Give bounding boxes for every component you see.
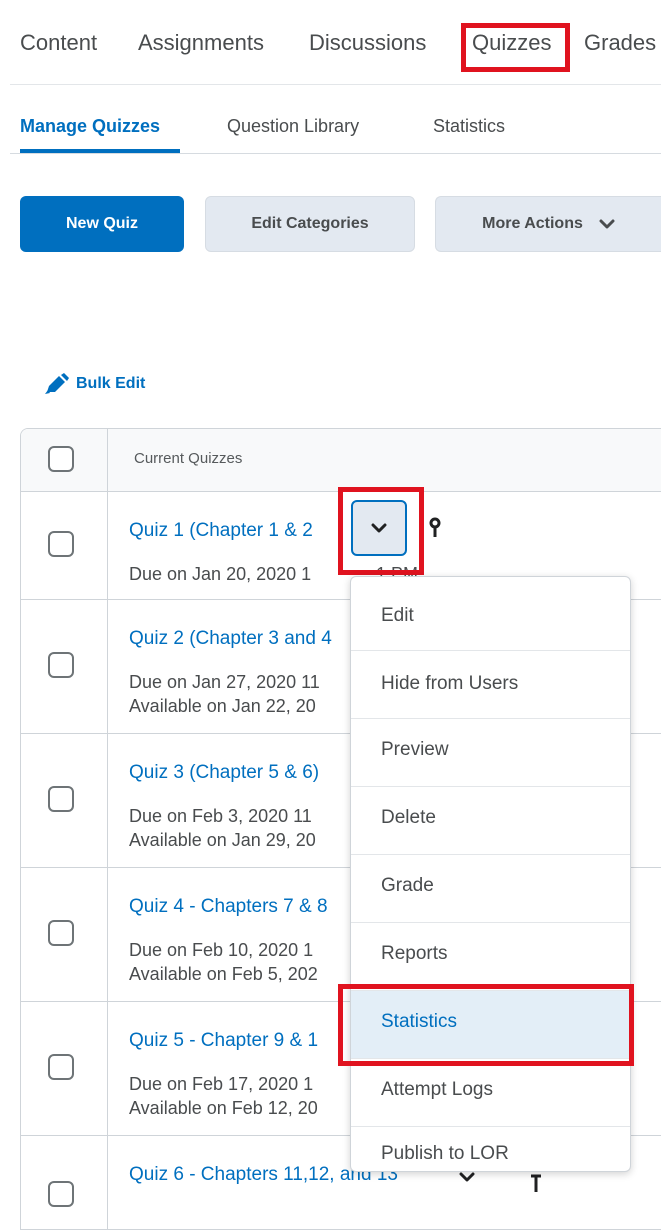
nav-grades[interactable]: Grades [584, 30, 656, 56]
tab-question-library[interactable]: Question Library [227, 116, 359, 137]
quiz-due: Due on Feb 3, 2020 11 [129, 806, 312, 826]
checkbox-column-divider [107, 429, 108, 1229]
row-checkbox[interactable] [48, 1181, 74, 1207]
quiz-link[interactable]: Quiz 5 - Chapter 9 & 1 [129, 1030, 318, 1052]
row-checkbox[interactable] [48, 531, 74, 557]
quiz-available: Available on Jan 29, 20 [129, 830, 316, 850]
quiz-link[interactable]: Quiz 2 (Chapter 3 and 4 [129, 628, 332, 650]
dropdown-highlight-box [338, 487, 424, 575]
menu-item-delete[interactable]: Delete [351, 787, 630, 855]
menu-item-edit[interactable]: Edit [351, 583, 630, 651]
row-checkbox[interactable] [48, 920, 74, 946]
menu-item-publish-to-lor[interactable]: Publish to LOR [351, 1127, 630, 1171]
quiz-due: Due on Jan 20, 2020 1 [129, 564, 312, 584]
quizzes-highlight-box [461, 23, 570, 72]
key-icon [530, 1174, 542, 1199]
more-actions-button[interactable]: More Actions [435, 196, 661, 252]
quiz-available: Available on Feb 12, 20 [129, 1098, 318, 1118]
tabs-divider [10, 153, 661, 154]
more-actions-label: More Actions [482, 215, 583, 232]
tab-statistics[interactable]: Statistics [433, 116, 505, 137]
edit-categories-button[interactable]: Edit Categories [205, 196, 415, 252]
bulk-edit-label: Bulk Edit [76, 375, 146, 392]
menu-item-grade[interactable]: Grade [351, 855, 630, 923]
select-all-checkbox[interactable] [48, 446, 74, 472]
tab-manage-quizzes[interactable]: Manage Quizzes [20, 116, 160, 137]
key-icon [429, 517, 441, 546]
nav-discussions[interactable]: Discussions [309, 30, 426, 56]
pencil-icon [44, 373, 70, 395]
menu-item-attempt-logs[interactable]: Attempt Logs [351, 1059, 630, 1127]
quiz-available: Available on Jan 22, 20 [129, 696, 316, 716]
quiz-available: Available on Feb 5, 202 [129, 964, 318, 984]
quiz-due: Due on Jan 27, 2020 11 [129, 672, 320, 692]
row-checkbox[interactable] [48, 652, 74, 678]
quiz-due: Due on Feb 17, 2020 1 [129, 1074, 314, 1094]
chevron-down-icon[interactable] [459, 1170, 475, 1188]
new-quiz-button[interactable]: New Quiz [20, 196, 184, 252]
menu-item-preview[interactable]: Preview [351, 719, 630, 787]
menu-item-hide-from-users[interactable]: Hide from Users [351, 651, 630, 719]
table-header: Current Quizzes [21, 429, 661, 492]
current-quizzes-header: Current Quizzes [134, 450, 243, 467]
menu-item-reports[interactable]: Reports [351, 923, 630, 991]
statistics-highlight-box [338, 984, 634, 1066]
new-quiz-label: New Quiz [65, 215, 138, 232]
edit-categories-label: Edit Categories [251, 215, 369, 232]
row-checkbox[interactable] [48, 1054, 74, 1080]
quiz-link[interactable]: Quiz 3 (Chapter 5 & 6) [129, 762, 319, 784]
bulk-edit-link[interactable]: Bulk Edit [44, 373, 145, 395]
nav-divider [10, 84, 661, 85]
quiz-link[interactable]: Quiz 1 (Chapter 1 & 2 [129, 520, 313, 542]
nav-assignments[interactable]: Assignments [138, 30, 264, 56]
quiz-link[interactable]: Quiz 4 - Chapters 7 & 8 [129, 896, 328, 918]
nav-content[interactable]: Content [20, 30, 97, 56]
chevron-down-icon [599, 218, 615, 230]
row-checkbox[interactable] [48, 786, 74, 812]
quiz-context-menu: Edit Hide from Users Preview Delete Grad… [350, 576, 631, 1172]
quiz-due: Due on Feb 10, 2020 1 [129, 940, 314, 960]
